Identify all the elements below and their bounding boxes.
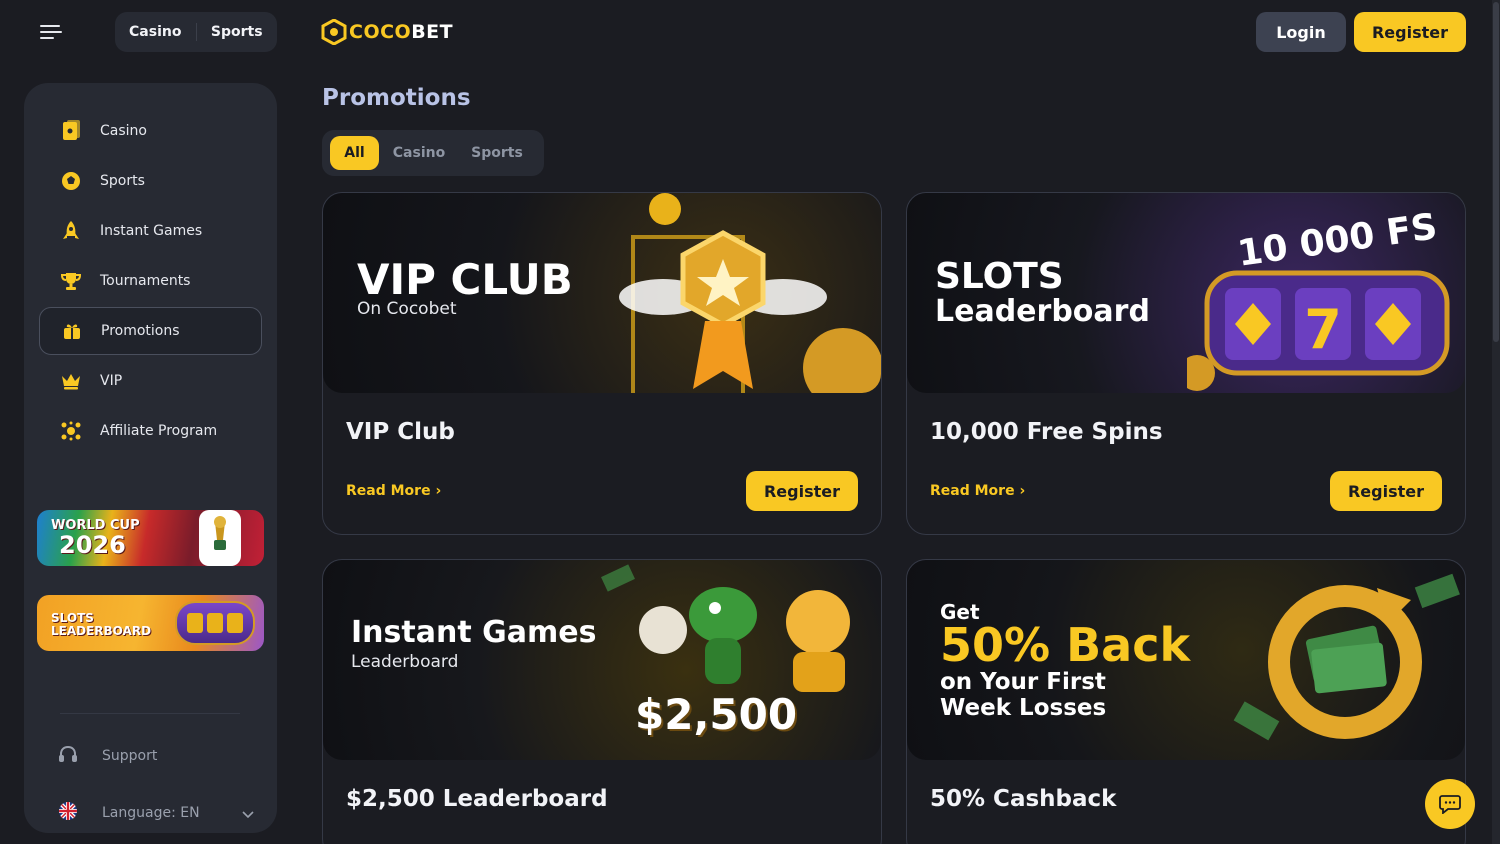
cashback-coin-icon	[1233, 573, 1460, 741]
promo-card-title: VIP Club	[346, 419, 455, 445]
support-label: Support	[102, 748, 158, 764]
sidebar-item-sports[interactable]: Sports	[39, 157, 262, 205]
promo-image-vip: VIP CLUB On Cocobet	[323, 193, 881, 393]
sidebar-item-label: Promotions	[101, 323, 180, 339]
sidebar-item-label: Affiliate Program	[100, 423, 218, 439]
sidebar-divider	[60, 713, 240, 714]
promo-card-cashback[interactable]: Get 50% Back on Your First Week Losses 5…	[906, 559, 1466, 844]
promo-card-instant-leaderboard[interactable]: Instant Games Leaderboard $2,500 $2,500 …	[322, 559, 882, 844]
hero-subtitle-2: Week Losses	[940, 695, 1107, 721]
trophy-badge-icon	[199, 510, 241, 566]
svg-text:7: 7	[1304, 298, 1342, 361]
hero-title: SLOTS	[935, 256, 1064, 297]
hero-title: 50% Back	[940, 618, 1191, 672]
mascots-icon	[601, 564, 850, 692]
slots-leaderboard-banner[interactable]: SLOTS LEADERBOARD	[37, 595, 264, 651]
read-more-link[interactable]: Read More ›	[930, 483, 1025, 499]
banner-line1: SLOTS	[51, 611, 94, 625]
language-selector[interactable]: Language: EN	[58, 801, 254, 825]
promo-card-vip-club[interactable]: VIP CLUB On Cocobet VIP Club Read More ›…	[322, 192, 882, 535]
card-register-button[interactable]: Register	[746, 471, 858, 511]
sidebar-item-label: VIP	[100, 373, 123, 389]
slot-machine-icon	[175, 601, 255, 645]
sidebar: Casino Sports Instant Games Tournaments …	[24, 83, 277, 833]
support-link[interactable]: Support	[58, 745, 157, 767]
banner-line2: LEADERBOARD	[51, 624, 152, 638]
product-switch: Casino Sports	[115, 12, 277, 52]
cards-icon	[60, 120, 82, 142]
rocket-icon	[60, 220, 82, 242]
trophy-icon	[60, 270, 82, 292]
switch-casino[interactable]: Casino	[115, 24, 196, 40]
hero-prize-text: $2,500	[635, 690, 798, 739]
cocobet-logo[interactable]: COCOBET	[321, 18, 453, 46]
soccer-ball-icon	[60, 170, 82, 192]
promo-card-title: $2,500 Leaderboard	[346, 786, 608, 812]
sidebar-item-tournaments[interactable]: Tournaments	[39, 257, 262, 305]
chat-bubble-icon	[1439, 795, 1461, 814]
chat-button[interactable]	[1425, 779, 1475, 829]
filter-tab-casino[interactable]: Casino	[384, 136, 454, 170]
logo-mark-icon	[321, 19, 347, 45]
language-label: Language: EN	[102, 805, 200, 821]
filter-tab-all[interactable]: All	[330, 136, 379, 170]
sidebar-item-promotions[interactable]: Promotions	[39, 307, 262, 355]
promo-image-instant: Instant Games Leaderboard $2,500	[323, 560, 881, 760]
promo-image-slots: SLOTS Leaderboard 10 000 FS 7	[907, 193, 1465, 393]
hero-title: VIP CLUB	[357, 255, 573, 304]
sidebar-item-label: Casino	[100, 123, 147, 139]
switch-sports[interactable]: Sports	[197, 24, 278, 40]
promo-card-title: 50% Cashback	[930, 786, 1117, 812]
promo-image-cashback: Get 50% Back on Your First Week Losses	[907, 560, 1465, 760]
sidebar-item-instant-games[interactable]: Instant Games	[39, 207, 262, 255]
sidebar-item-label: Instant Games	[100, 223, 203, 239]
login-button[interactable]: Login	[1256, 12, 1346, 52]
sidebar-item-vip[interactable]: VIP	[39, 357, 262, 405]
read-more-link[interactable]: Read More ›	[346, 483, 441, 499]
sidebar-item-label: Tournaments	[100, 273, 191, 289]
banner-line2: 2026	[59, 531, 126, 559]
page-title: Promotions	[322, 85, 471, 111]
world-cup-banner[interactable]: WORLD CUP 2026	[37, 510, 264, 566]
promo-card-free-spins[interactable]: SLOTS Leaderboard 10 000 FS 7 10,000 Fre…	[906, 192, 1466, 535]
sidebar-item-affiliate-program[interactable]: Affiliate Program	[39, 407, 262, 455]
gift-icon	[61, 320, 83, 342]
crown-icon	[60, 370, 82, 392]
register-button[interactable]: Register	[1354, 12, 1466, 52]
hero-title: Instant Games	[351, 615, 597, 650]
card-register-button[interactable]: Register	[1330, 471, 1442, 511]
slot-reels-icon: 7	[1187, 270, 1450, 391]
logo-part2: BET	[411, 21, 454, 43]
menu-icon[interactable]	[40, 23, 64, 41]
affiliate-icon	[60, 420, 82, 442]
hero-subtitle-1: on Your First	[940, 669, 1106, 695]
filter-tab-sports[interactable]: Sports	[462, 136, 532, 170]
chevron-down-icon	[242, 804, 254, 823]
promo-filter-tabs: All Casino Sports	[322, 130, 544, 176]
hero-subtitle: Leaderboard	[935, 294, 1150, 329]
headset-icon	[58, 745, 78, 767]
logo-part1: COCO	[349, 21, 412, 43]
sidebar-item-label: Sports	[100, 173, 145, 189]
hero-subtitle: On Cocobet	[357, 299, 457, 319]
hero-subtitle: Leaderboard	[351, 652, 459, 672]
sidebar-item-casino[interactable]: Casino	[39, 107, 262, 155]
vip-medal-icon	[619, 193, 881, 393]
uk-flag-icon	[58, 801, 78, 825]
promo-card-title: 10,000 Free Spins	[930, 419, 1163, 445]
scrollbar-thumb[interactable]	[1493, 2, 1499, 342]
